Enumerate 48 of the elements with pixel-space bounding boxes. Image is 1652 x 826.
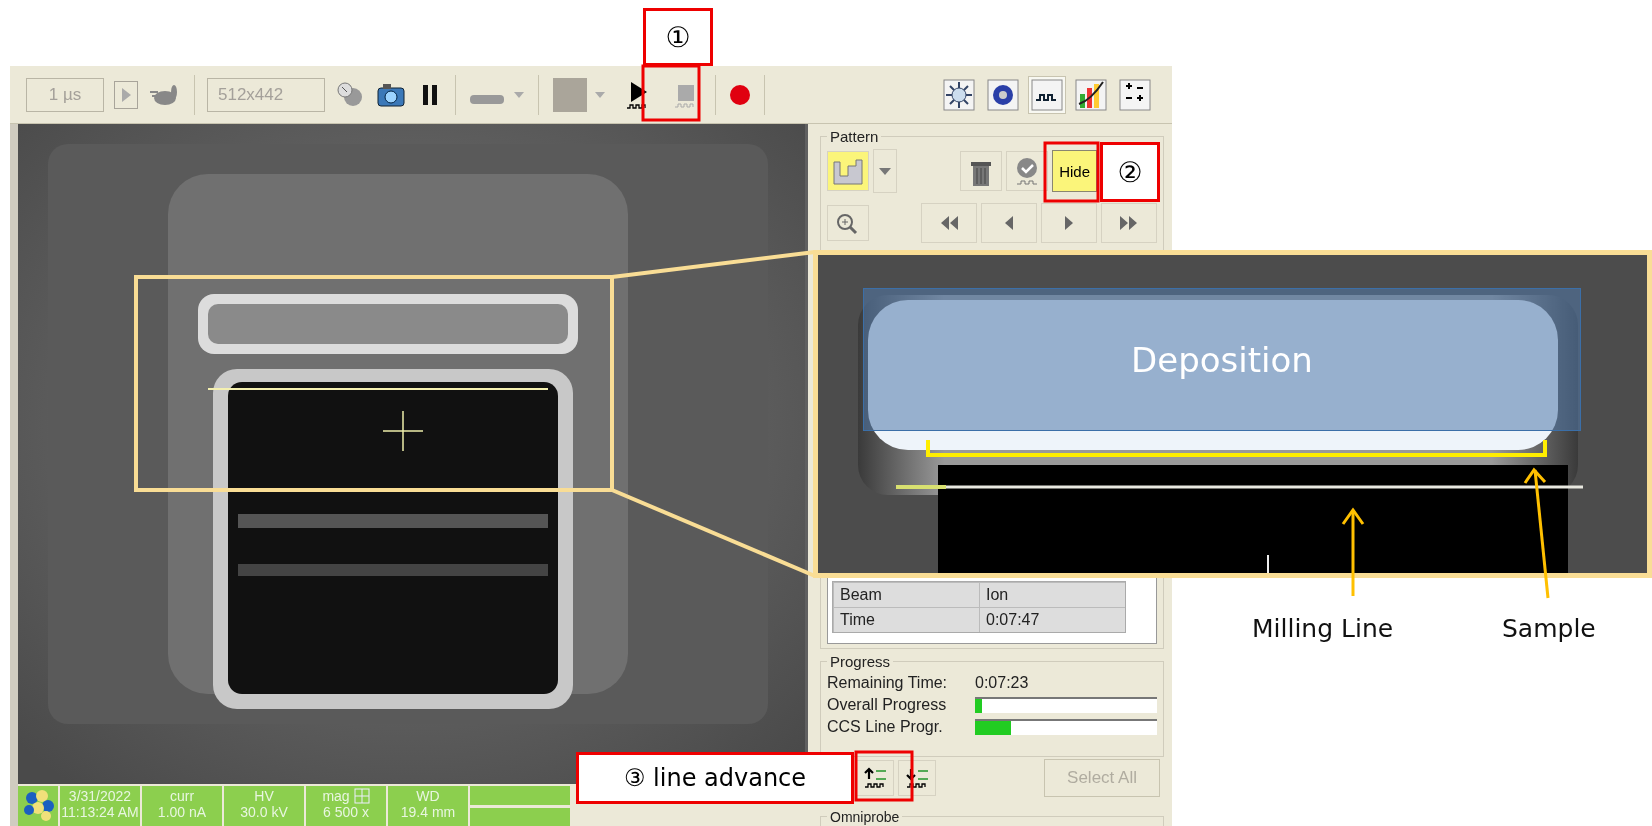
next-button[interactable] <box>1041 203 1097 243</box>
previous-button[interactable] <box>981 203 1037 243</box>
right-arrow-icon <box>121 87 131 102</box>
status-label: WD <box>416 788 440 804</box>
caret-button[interactable] <box>873 149 897 193</box>
wave-page-icon[interactable] <box>1028 75 1066 114</box>
line-down-button[interactable] <box>898 760 936 796</box>
zoom-in-button[interactable] <box>827 205 869 241</box>
previous-icon <box>1005 216 1013 230</box>
hide-button[interactable]: Hide <box>1052 150 1097 192</box>
rewind-button[interactable] <box>921 203 977 243</box>
callout-label: ② <box>1100 142 1160 202</box>
record-icon[interactable] <box>728 82 752 107</box>
highlight-frame <box>854 750 914 802</box>
callout-label: ③ line advance <box>576 752 854 804</box>
swatch-dropdown-icon[interactable] <box>551 75 607 114</box>
status-label: 3/31/2022 <box>68 788 132 804</box>
group-title: Omniprobe <box>827 809 903 825</box>
molecule-logo-icon[interactable] <box>18 786 58 826</box>
annotation-label: Sample <box>1502 614 1596 643</box>
table-cell: 0:07:47 <box>979 608 1125 632</box>
status-value: 11:13:24 AM <box>60 804 140 820</box>
status-value: 1.00 nA <box>156 804 208 820</box>
remaining-time-label: Remaining Time: <box>827 674 949 692</box>
status-label: HV <box>254 788 274 804</box>
status-value: 19.4 mm <box>399 804 457 820</box>
callout-label: ① <box>643 8 713 66</box>
status-value: 30.0 kV <box>239 804 289 820</box>
fast-forward-button[interactable] <box>1101 203 1157 243</box>
cursor-disc-icon[interactable] <box>335 80 365 109</box>
table-cell: Time <box>833 608 979 632</box>
status-value: 6 500 x <box>322 804 370 820</box>
deposition-label: Deposition <box>1131 339 1313 380</box>
highlight-frame <box>1043 141 1100 203</box>
trash-button[interactable] <box>960 151 1003 191</box>
dwell-time-field[interactable]: 1 µs <box>26 77 104 112</box>
progress-label: Overall Progress <box>827 696 948 714</box>
line-up-button[interactable] <box>856 760 894 796</box>
status-label: mag <box>322 788 350 804</box>
next-icon <box>1065 216 1073 230</box>
resolution-field[interactable]: 512x442 <box>207 77 325 112</box>
highlight-frame <box>641 64 701 122</box>
check-wave-button[interactable] <box>1006 151 1049 191</box>
remaining-time-value: 0:07:23 <box>975 674 1029 692</box>
status-label: curr <box>169 788 195 804</box>
progress-label: CCS Line Progr. <box>827 718 944 736</box>
annotation-label: Milling Line <box>1252 614 1394 643</box>
caret-icon <box>879 167 891 175</box>
